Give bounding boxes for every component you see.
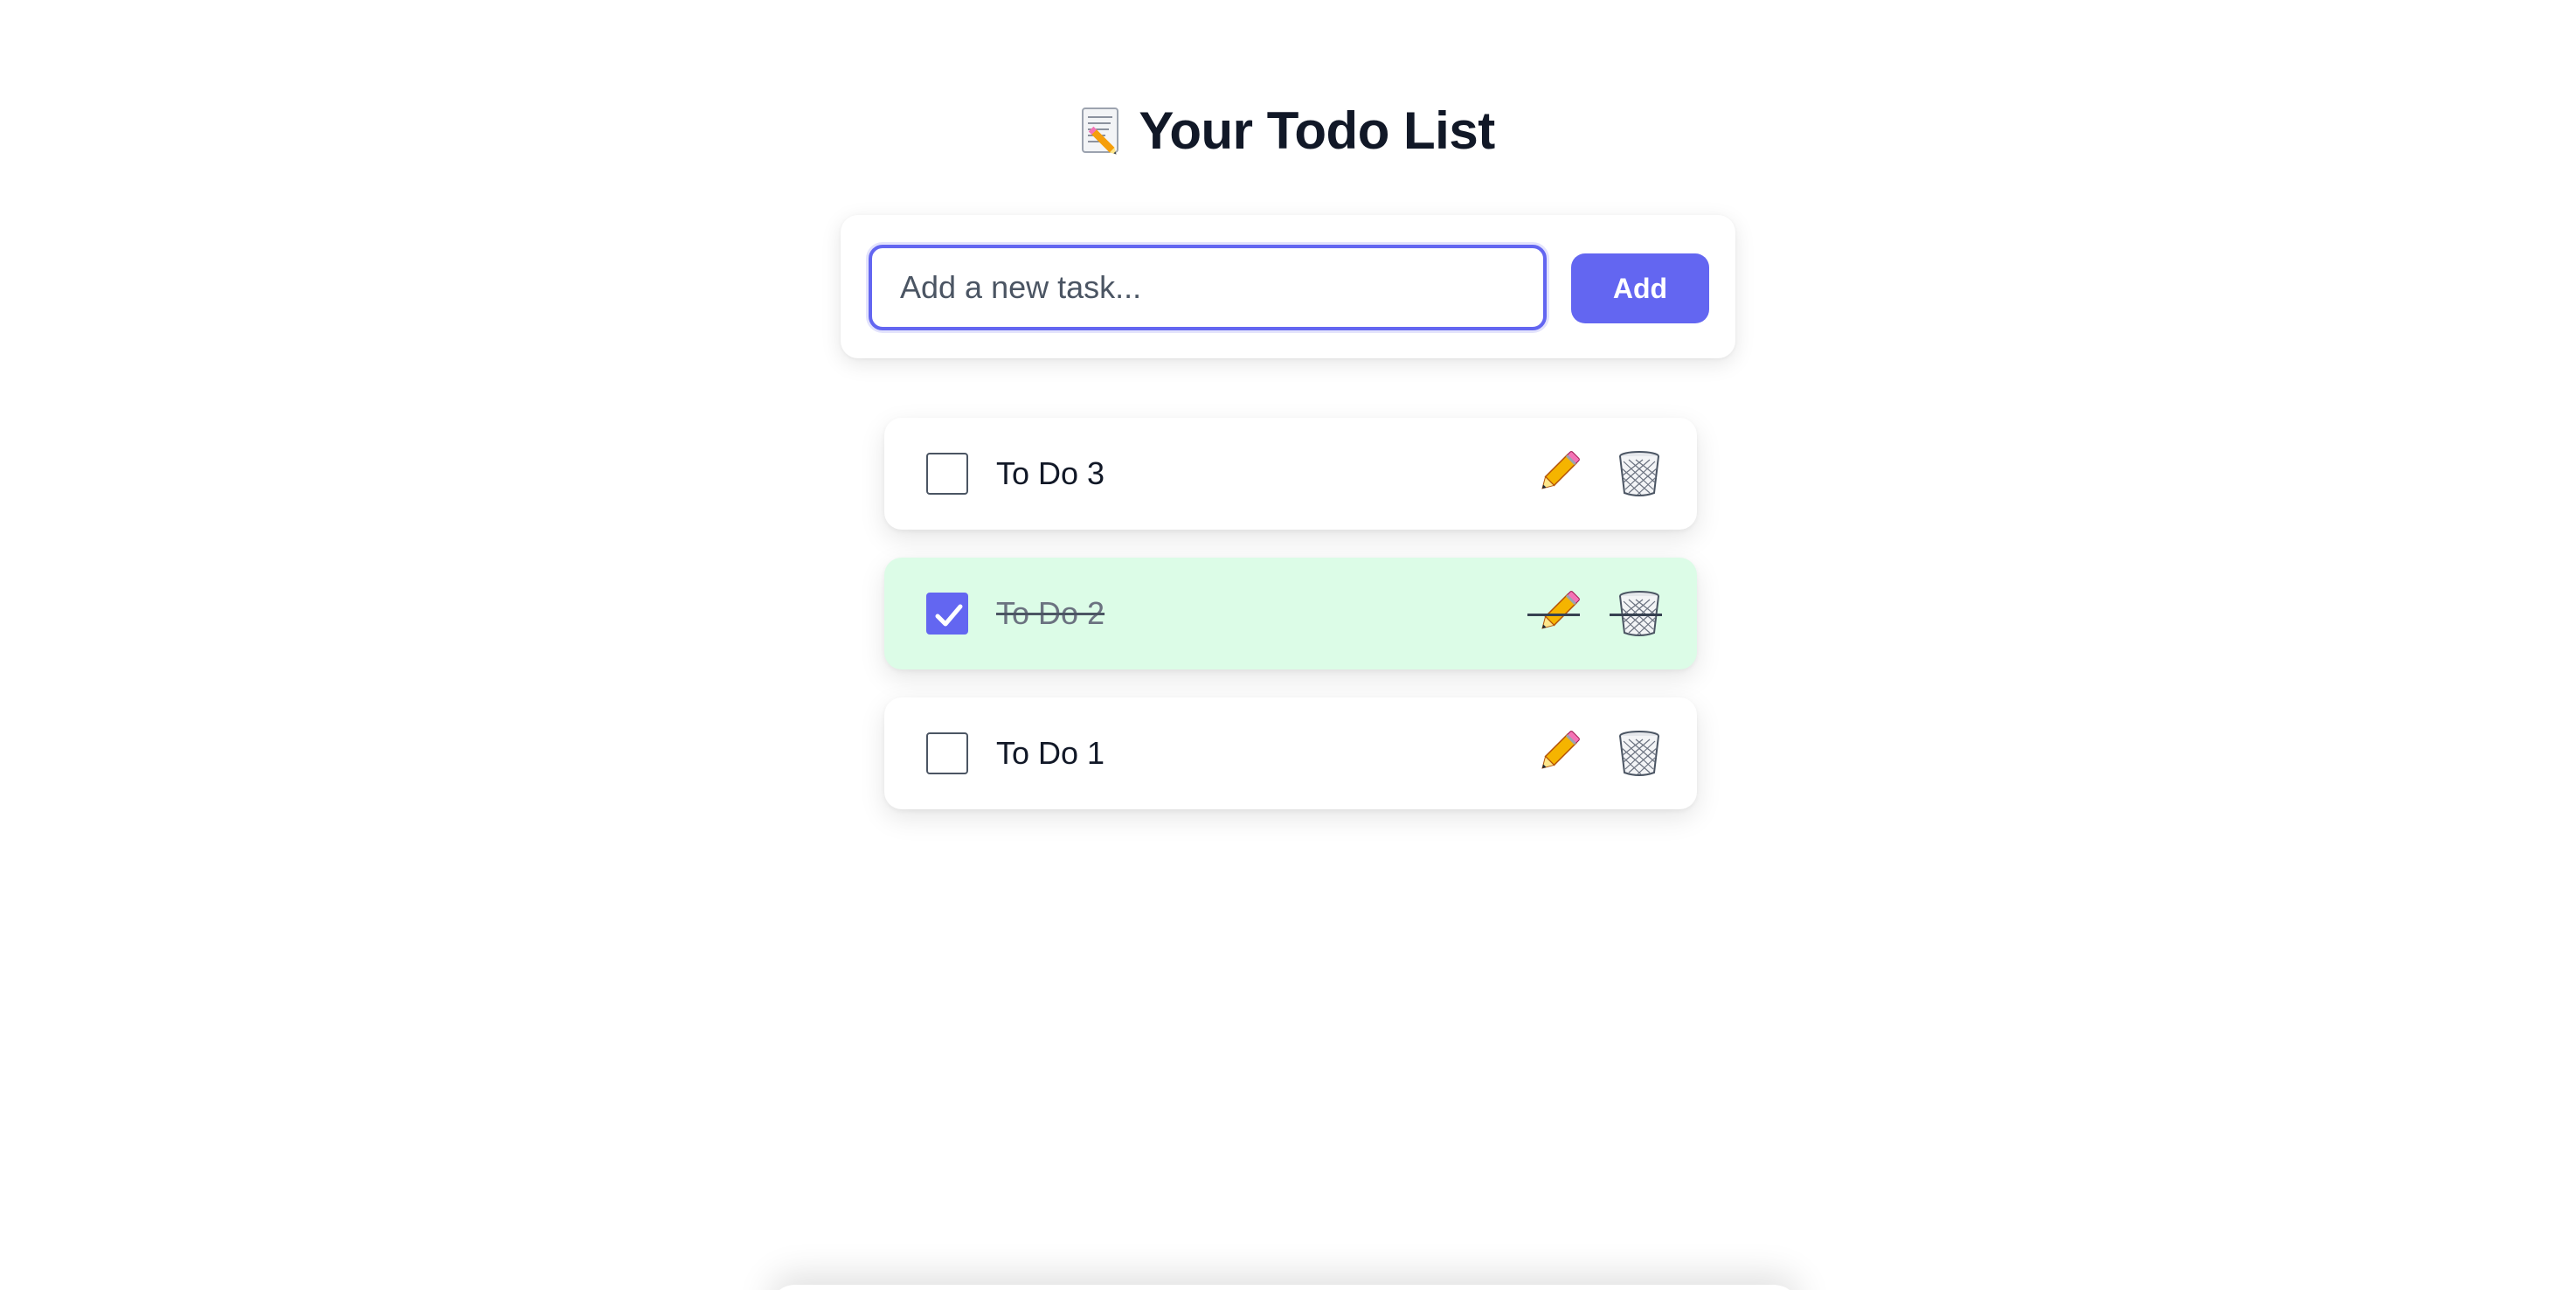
pencil-icon[interactable] (1531, 727, 1583, 780)
add-task-form: Add (841, 215, 1735, 358)
page-title: Your Todo List (0, 94, 2576, 168)
pencil-icon[interactable] (1527, 587, 1583, 640)
strikethrough-line (1610, 614, 1662, 616)
todo-checkbox-checked[interactable] (926, 593, 968, 635)
new-task-input[interactable] (869, 245, 1547, 330)
todo-list: To Do 3 To Do 2 To Do 1 (884, 418, 1697, 837)
todo-app: Your Todo List Add To Do 3 (0, 0, 2576, 1290)
todo-text[interactable]: To Do 3 (996, 418, 1104, 530)
bottom-panel-edge (769, 1285, 1800, 1290)
add-button[interactable]: Add (1571, 253, 1709, 323)
todo-item: To Do 3 (884, 418, 1697, 530)
todo-text[interactable]: To Do 1 (996, 697, 1104, 809)
strikethrough-line (1527, 614, 1580, 616)
wastebasket-icon[interactable] (1613, 727, 1665, 780)
todo-checkbox[interactable] (926, 732, 968, 774)
title-text: Your Todo List (1139, 101, 1495, 160)
todo-checkbox[interactable] (926, 453, 968, 495)
pencil-icon[interactable] (1531, 447, 1583, 500)
todo-item: To Do 1 (884, 697, 1697, 809)
memo-icon (1081, 101, 1126, 155)
wastebasket-icon[interactable] (1610, 587, 1665, 640)
wastebasket-icon[interactable] (1613, 447, 1665, 500)
todo-text[interactable]: To Do 2 (996, 558, 1104, 669)
checkmark-icon (935, 604, 963, 627)
todo-item-completed: To Do 2 (884, 558, 1697, 669)
